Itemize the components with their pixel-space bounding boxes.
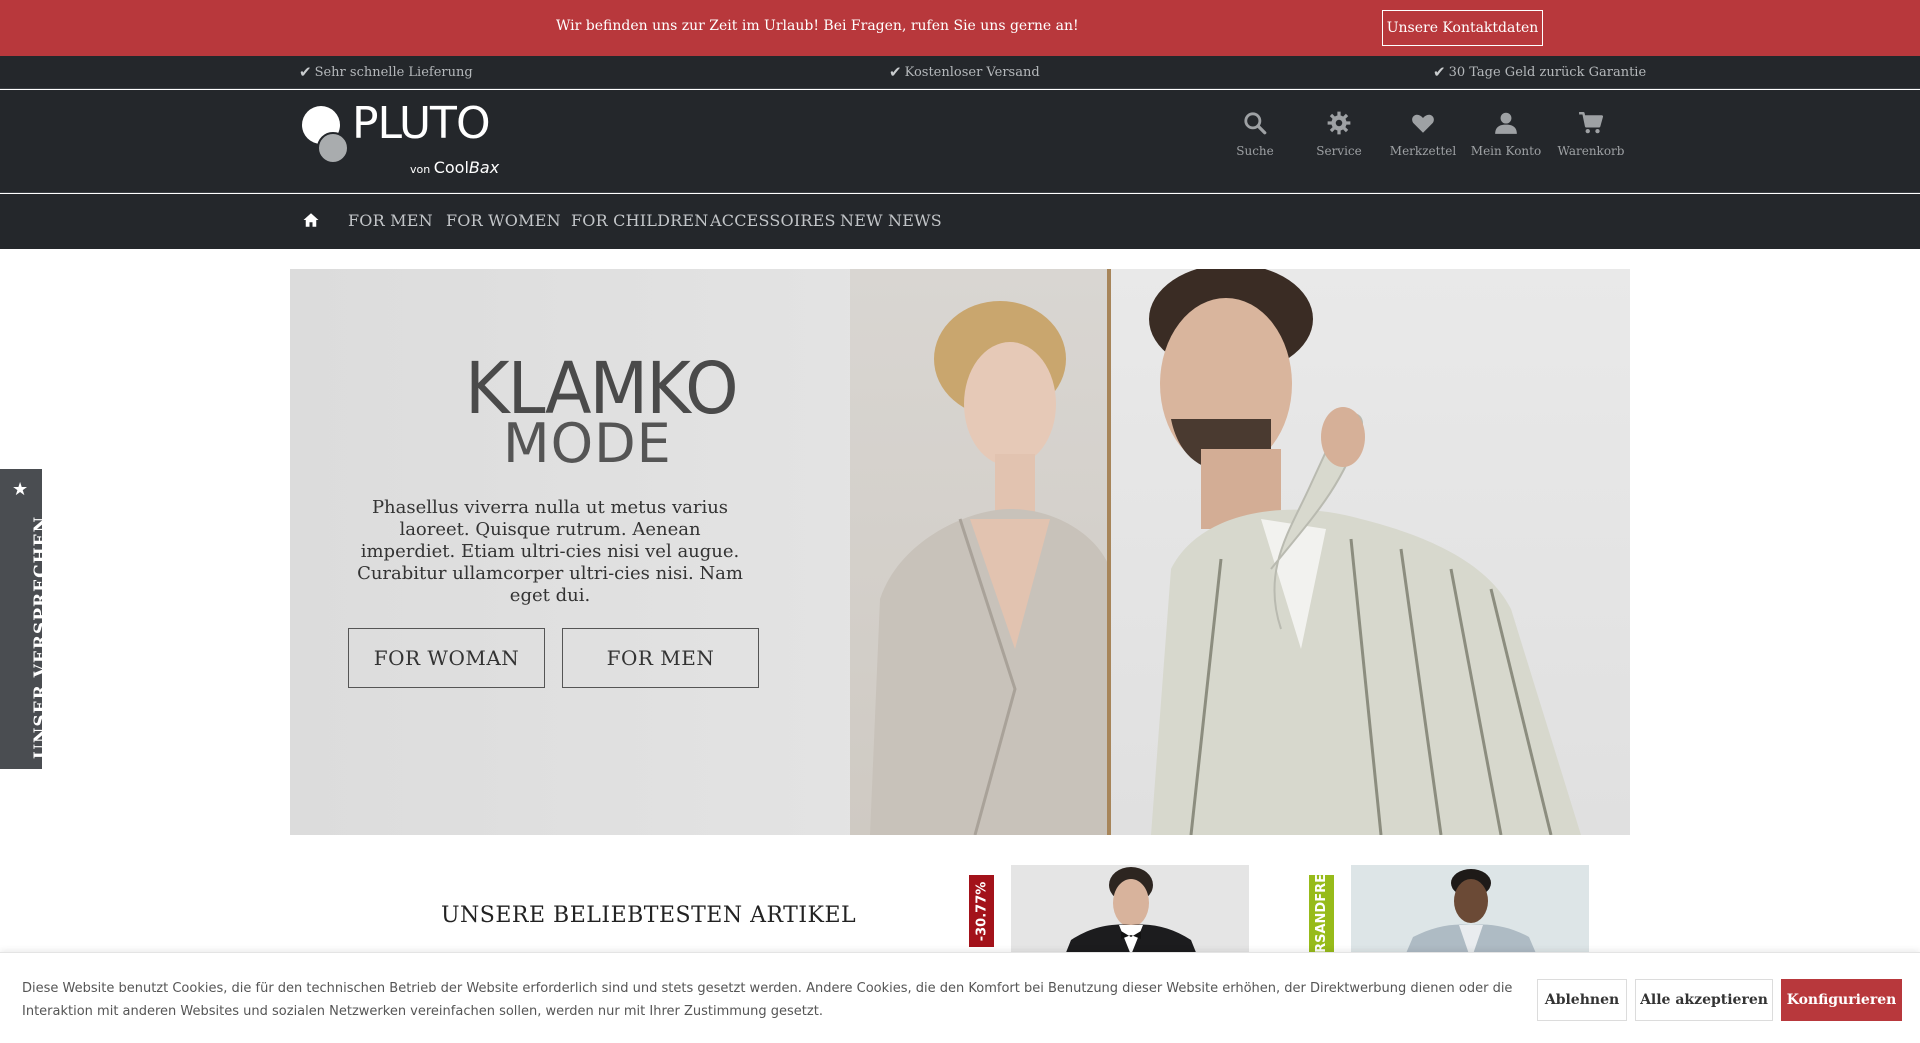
cookie-text: Diese Website benutzt Cookies, die für d… (22, 981, 1513, 1019)
promise-side-tab[interactable]: ★ UNSER VERSPRECHEN (0, 469, 51, 769)
logo-bax: Bax (468, 158, 500, 177)
nav-item-accessoires[interactable]: ACCESSOIRES (710, 211, 836, 230)
for-men-button[interactable]: FOR MEN (562, 628, 759, 688)
logo-subline: von CoolBax (410, 158, 499, 177)
cookie-accept-all-button[interactable]: Alle akzeptieren (1635, 979, 1773, 1021)
check-icon: ✔ (1433, 63, 1446, 81)
product-image[interactable] (1011, 865, 1249, 965)
main-navigation: FOR MEN FOR WOMEN FOR CHILDREN ACCESSOIR… (0, 194, 1920, 249)
man-figure (1149, 269, 1581, 835)
discount-badge-text: -30.77% (974, 881, 990, 941)
heart-icon (1412, 114, 1434, 133)
nav-item-for-women[interactable]: FOR WOMEN (446, 211, 561, 230)
for-woman-button[interactable]: FOR WOMAN (348, 628, 545, 688)
usp-text: Sehr schnelle Lieferung (314, 64, 473, 80)
nav-item-for-children[interactable]: FOR CHILDREN (571, 211, 708, 230)
wishlist-button[interactable]: Merkzettel (1383, 110, 1463, 158)
woman-figure (870, 301, 1120, 835)
cart-icon (1579, 112, 1604, 134)
star-icon: ★ (12, 479, 29, 500)
wishlist-label: Merkzettel (1389, 144, 1457, 158)
cart-button[interactable]: Warenkorb (1551, 110, 1631, 158)
logo-von: von (410, 163, 431, 176)
logo-cool: Cool (433, 158, 469, 177)
product-photo-suit (1061, 867, 1201, 965)
usp-item: ✔ Sehr schnelle Lieferung (299, 63, 473, 81)
product-photo-jacket (1401, 869, 1541, 965)
account-button[interactable]: Mein Konto (1466, 110, 1546, 158)
hero-brand-logo: KLAMKO MODE (465, 348, 739, 471)
usp-bar: ✔ Sehr schnelle Lieferung ✔ Kostenloser … (0, 56, 1920, 89)
search-button[interactable]: Suche (1215, 110, 1295, 158)
service-button[interactable]: Service (1299, 110, 1379, 158)
promise-tab-label: UNSER VERSPRECHEN (31, 515, 51, 759)
cart-label: Warenkorb (1557, 144, 1625, 158)
hero-description: Phasellus viverra nulla ut metus varius … (357, 497, 743, 606)
usp-text: Kostenloser Versand (904, 64, 1040, 80)
check-icon: ✔ (299, 63, 312, 81)
contact-details-button[interactable]: Unsere Kontaktdaten (1382, 10, 1543, 46)
usp-item: ✔ Kostenloser Versand (889, 63, 1040, 81)
search-label: Suche (1236, 144, 1274, 158)
bestsellers-title: UNSERE BELIEBTESTEN ARTIKEL (441, 903, 857, 928)
discount-badge: -30.77% (969, 875, 994, 947)
logo-word: PLUTO (352, 98, 491, 149)
hero-image-man (1111, 269, 1630, 835)
account-label: Mein Konto (1470, 144, 1542, 158)
notice-text: Wir befinden uns zur Zeit im Urlaub! Bei… (556, 18, 1079, 34)
hero-banner: KLAMKO MODE Phasellus viverra nulla ut m… (290, 269, 1630, 835)
gear-icon (1327, 111, 1351, 135)
check-icon: ✔ (889, 63, 902, 81)
nav-item-for-men[interactable]: FOR MEN (348, 211, 433, 230)
notice-bar: Wir befinden uns zur Zeit im Urlaub! Bei… (0, 0, 1920, 56)
usp-text: 30 Tage Geld zurück Garantie (1448, 64, 1647, 80)
cookie-banner: Diese Website benutzt Cookies, die für d… (0, 952, 1920, 1043)
logo[interactable]: PLUTO von CoolBax (302, 98, 502, 177)
usp-item: ✔ 30 Tage Geld zurück Garantie (1433, 63, 1646, 81)
home-icon[interactable] (302, 211, 320, 229)
nav-item-new-news[interactable]: NEW NEWS (840, 211, 942, 230)
service-label: Service (1316, 144, 1362, 158)
hero-image-woman (850, 269, 1120, 835)
logo-circle (317, 132, 349, 164)
header: PLUTO von CoolBax Suche Service Merkzett… (0, 90, 1920, 193)
cookie-configure-button[interactable]: Konfigurieren (1781, 979, 1902, 1021)
hero-brand-line1: KLAMKO (465, 348, 739, 431)
user-icon (1495, 112, 1517, 134)
product-image[interactable] (1351, 865, 1589, 965)
search-icon (1244, 112, 1267, 135)
cookie-decline-button[interactable]: Ablehnen (1537, 979, 1627, 1021)
